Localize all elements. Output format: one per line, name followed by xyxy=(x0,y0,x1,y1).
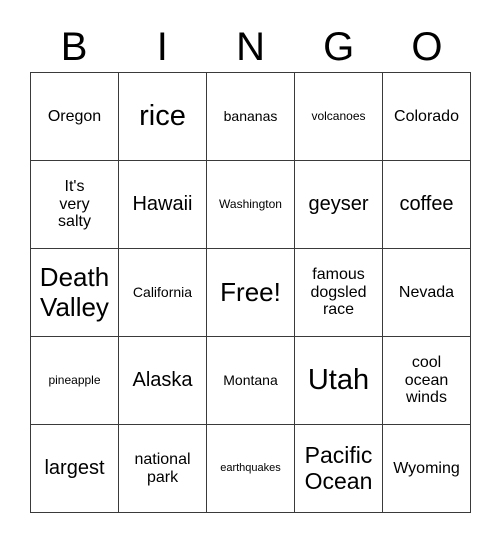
bingo-cell-r4c2[interactable]: Alaska xyxy=(119,337,207,425)
bingo-cell-label: Colorado xyxy=(394,107,459,125)
bingo-cell-label: Utah xyxy=(307,364,370,397)
bingo-cell-r4c3[interactable]: Montana xyxy=(207,337,295,425)
bingo-cell-label: Pacific Ocean xyxy=(304,441,373,494)
bingo-free-space-label: Free! xyxy=(220,276,281,307)
bingo-cell-r3c2[interactable]: California xyxy=(119,249,207,337)
bingo-cell-r2c3[interactable]: Washington xyxy=(207,161,295,249)
bingo-cell-label: pineapple xyxy=(48,372,101,387)
bingo-cell-r3c5[interactable]: Nevada xyxy=(383,249,471,337)
bingo-cell-r4c1[interactable]: pineapple xyxy=(31,337,119,425)
bingo-cell-r1c2[interactable]: rice xyxy=(119,73,207,161)
bingo-cell-label: cool ocean winds xyxy=(404,353,449,407)
bingo-cell-r2c5[interactable]: coffee xyxy=(383,161,471,249)
bingo-cell-label: Nevada xyxy=(398,283,455,301)
bingo-header-letter-i: I xyxy=(156,25,168,69)
bingo-cell-r2c2[interactable]: Hawaii xyxy=(119,161,207,249)
bingo-header-row: B I N G O xyxy=(30,22,471,72)
bingo-cell-label: volcanoes xyxy=(311,108,366,123)
bingo-card: B I N G O Oregon rice bananas volcanoes … xyxy=(0,0,500,544)
bingo-header-letter-g: G xyxy=(323,25,355,69)
bingo-cell-r1c1[interactable]: Oregon xyxy=(31,73,119,161)
bingo-cell-free-space[interactable]: Free! xyxy=(207,249,295,337)
bingo-cell-r5c5[interactable]: Wyoming xyxy=(383,425,471,513)
bingo-cell-r1c3[interactable]: bananas xyxy=(207,73,295,161)
bingo-cell-label: famous dogsled race xyxy=(310,265,367,319)
bingo-cell-label: coffee xyxy=(399,193,454,216)
bingo-cell-label: rice xyxy=(139,100,186,133)
bingo-cell-r1c5[interactable]: Colorado xyxy=(383,73,471,161)
bingo-cell-r3c1[interactable]: Death Valley xyxy=(31,249,119,337)
bingo-cell-r3c4[interactable]: famous dogsled race xyxy=(295,249,383,337)
bingo-cell-label: largest xyxy=(44,457,105,480)
bingo-cell-label: Washington xyxy=(219,196,282,211)
bingo-cell-label: Wyoming xyxy=(393,459,460,477)
bingo-cell-label: Alaska xyxy=(132,369,193,392)
bingo-cell-label: Hawaii xyxy=(132,193,193,216)
bingo-header-letter-n: N xyxy=(236,25,265,69)
bingo-grid: Oregon rice bananas volcanoes Colorado I… xyxy=(30,72,471,513)
bingo-cell-label: geyser xyxy=(308,193,369,216)
bingo-cell-r5c1[interactable]: largest xyxy=(31,425,119,513)
bingo-cell-label: national park xyxy=(134,450,191,486)
bingo-cell-label: earthquakes xyxy=(220,462,281,475)
bingo-cell-r5c4[interactable]: Pacific Ocean xyxy=(295,425,383,513)
bingo-cell-r2c1[interactable]: It's very salty xyxy=(31,161,119,249)
bingo-cell-r2c4[interactable]: geyser xyxy=(295,161,383,249)
bingo-cell-r1c4[interactable]: volcanoes xyxy=(295,73,383,161)
bingo-cell-label: Death Valley xyxy=(39,262,110,322)
bingo-header-letter-b: B xyxy=(60,25,88,69)
bingo-cell-label: California xyxy=(132,283,193,300)
bingo-cell-label: bananas xyxy=(223,107,278,124)
bingo-cell-label: It's very salty xyxy=(58,177,91,231)
bingo-cell-r4c4[interactable]: Utah xyxy=(295,337,383,425)
bingo-cell-r4c5[interactable]: cool ocean winds xyxy=(383,337,471,425)
bingo-cell-label: Montana xyxy=(223,371,278,388)
bingo-header-letter-o: O xyxy=(411,25,443,69)
bingo-cell-r5c3[interactable]: earthquakes xyxy=(207,425,295,513)
bingo-cell-label: Oregon xyxy=(47,107,102,125)
bingo-cell-r5c2[interactable]: national park xyxy=(119,425,207,513)
